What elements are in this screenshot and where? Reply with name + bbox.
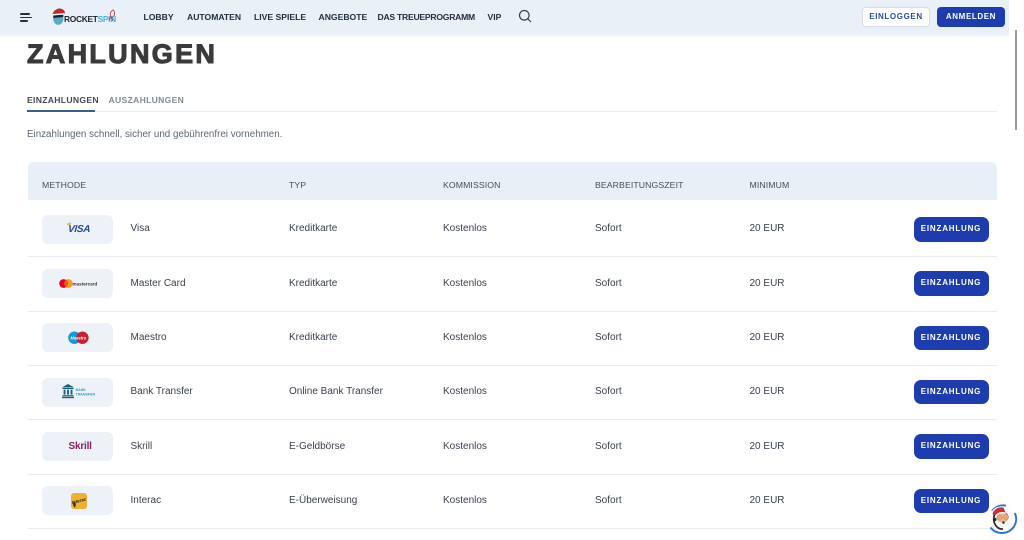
svg-text:Maestro: Maestro <box>70 336 86 341</box>
svg-text:mastercard: mastercard <box>72 282 97 287</box>
svg-text:TRANSFER: TRANSFER <box>75 393 95 397</box>
svg-text:BANK: BANK <box>75 388 86 392</box>
